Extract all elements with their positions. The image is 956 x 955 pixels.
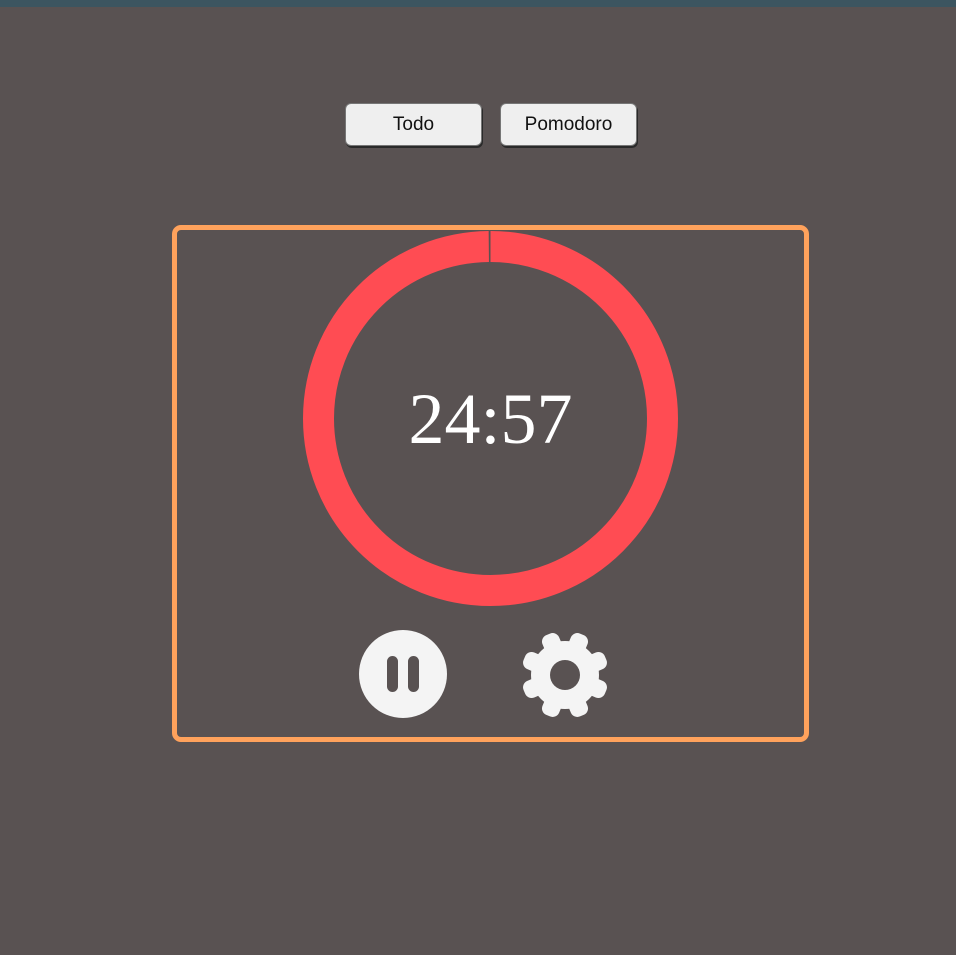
browser-top-bar — [0, 0, 956, 7]
gear-icon — [523, 633, 607, 717]
todo-button[interactable]: Todo — [345, 103, 482, 146]
pomodoro-button[interactable]: Pomodoro — [500, 103, 637, 146]
settings-button[interactable] — [520, 630, 610, 720]
pause-icon — [359, 630, 447, 718]
timer-display: 24:57 — [408, 379, 573, 459]
mode-nav: Todo Pomodoro — [345, 103, 637, 146]
pause-button[interactable] — [359, 630, 447, 718]
